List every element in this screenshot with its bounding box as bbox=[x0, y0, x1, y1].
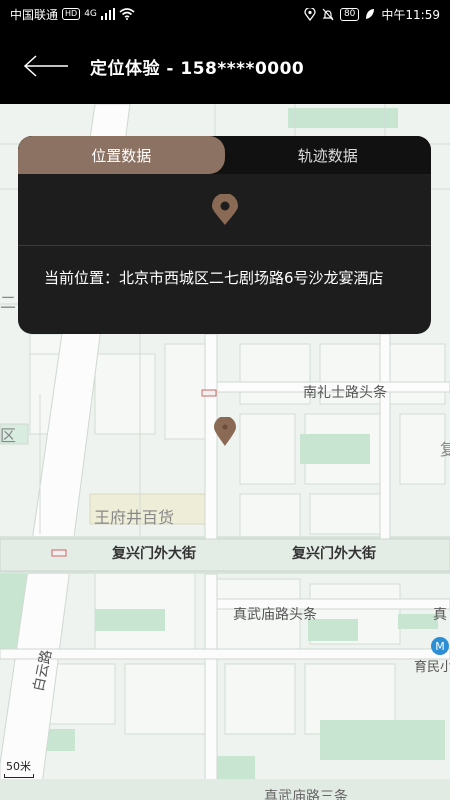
map-label-zhenwumiao-3: 真武庙路三条 bbox=[264, 789, 348, 800]
location-pin-icon bbox=[211, 193, 238, 225]
map-label-qu: 区 bbox=[0, 426, 17, 445]
map-label-nanlishi: 南礼士路头条 bbox=[303, 385, 387, 401]
tab-location-data[interactable]: 位置数据 bbox=[18, 136, 225, 174]
location-card: 位置数据 轨迹数据 当前位置：北京市西城区二七剧场路6号沙龙宴酒店 bbox=[18, 136, 431, 334]
battery-icon: 80 bbox=[339, 7, 360, 21]
map-label-zhenwumiao-right: 真 bbox=[433, 607, 447, 623]
signal-icon bbox=[100, 8, 115, 20]
location-status-icon bbox=[304, 7, 316, 21]
map-label-wangfujing: 王府井百货 bbox=[94, 508, 175, 527]
leaf-icon bbox=[366, 9, 375, 19]
back-button[interactable] bbox=[0, 28, 90, 104]
map-label-zhenwumiao: 真武庙路头条 bbox=[233, 607, 317, 623]
tab-track-data[interactable]: 轨迹数据 bbox=[225, 136, 432, 174]
location-marker-icon[interactable] bbox=[213, 417, 237, 447]
arrow-left-icon bbox=[23, 55, 68, 77]
page-title: 定位体验 - 158****0000 bbox=[90, 58, 305, 79]
map-label-yumin: 育民小 bbox=[414, 660, 450, 675]
map-label-fuxingmen-2: 复兴门外大街 bbox=[292, 546, 376, 562]
card-tabs: 位置数据 轨迹数据 bbox=[18, 136, 431, 174]
wifi-icon bbox=[119, 8, 135, 20]
status-bar: 中国联通 HD 4G 80 中午11:59 bbox=[0, 0, 450, 28]
map-scale-bar bbox=[4, 774, 34, 778]
map-label-fuxingmen-1: 复兴门外大街 bbox=[112, 546, 196, 562]
app-header: 定位体验 - 158****0000 bbox=[0, 28, 450, 104]
clock: 中午11:59 bbox=[381, 7, 440, 22]
current-location-text: 当前位置：北京市西城区二七剧场路6号沙龙宴酒店 bbox=[44, 269, 384, 287]
network-label: 4G bbox=[84, 9, 97, 19]
map-scale-label: 50米 bbox=[6, 760, 31, 773]
hd-badge: HD bbox=[62, 8, 81, 20]
carrier-label: 中国联通 bbox=[10, 7, 59, 22]
svg-text:M: M bbox=[435, 640, 445, 653]
map-label-right-edge: 复 bbox=[440, 440, 450, 459]
mute-icon bbox=[322, 8, 334, 20]
pin-area bbox=[18, 174, 431, 246]
map-label-left-edge: 二 bbox=[0, 293, 17, 312]
